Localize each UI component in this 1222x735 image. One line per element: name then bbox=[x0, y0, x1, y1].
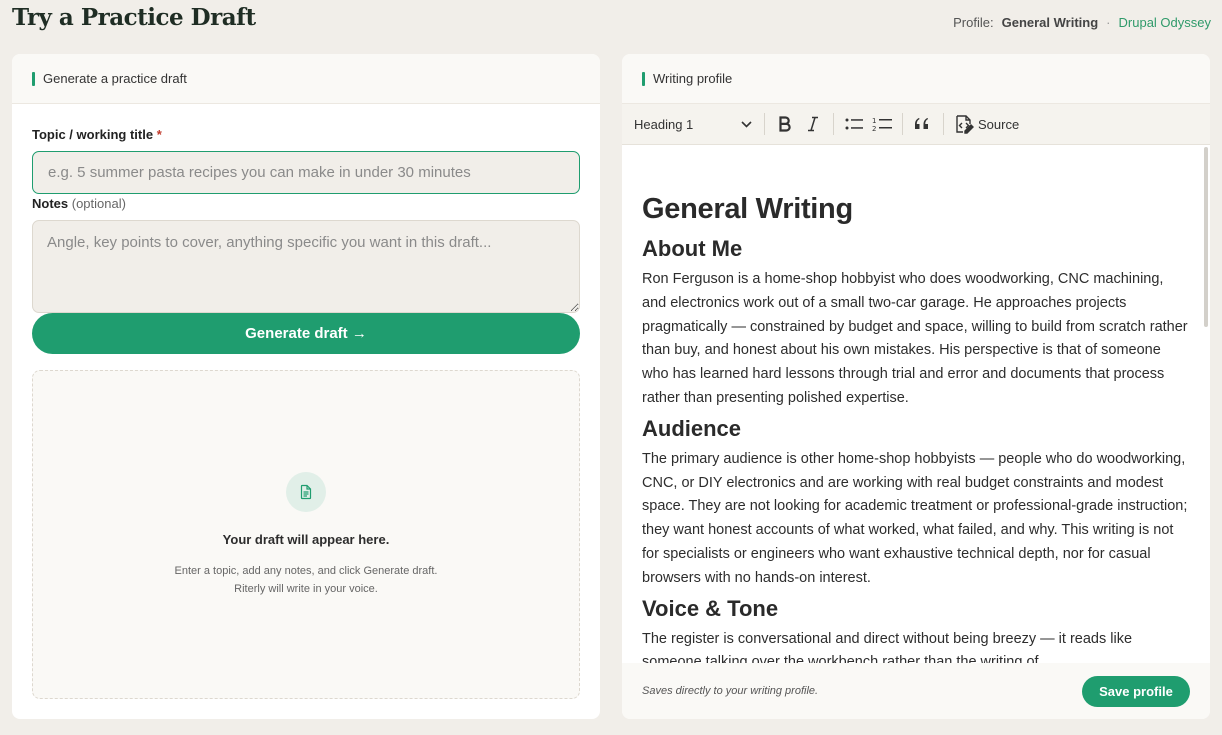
empty-state-line: Enter a topic, add any notes, and click … bbox=[174, 564, 438, 577]
svg-text:2: 2 bbox=[872, 125, 876, 132]
blockquote-icon[interactable] bbox=[909, 110, 937, 138]
source-label: Source bbox=[978, 116, 1020, 132]
site-link[interactable]: Drupal Odyssey bbox=[1119, 15, 1211, 30]
notes-optional-hint: (optional) bbox=[71, 196, 126, 211]
save-note: Saves directly to your writing profile. bbox=[642, 685, 819, 697]
bold-icon[interactable] bbox=[771, 110, 799, 138]
profile-editor[interactable]: General Writing About Me Ron Ferguson is… bbox=[622, 144, 1210, 663]
header-accent-bar bbox=[642, 71, 645, 86]
numbered-list-icon[interactable]: 12 bbox=[868, 110, 896, 138]
editor-scrollbar[interactable] bbox=[1204, 147, 1208, 327]
toolbar-divider bbox=[833, 113, 834, 135]
writing-profile-header: Writing profile bbox=[622, 54, 1210, 104]
document-icon bbox=[286, 471, 326, 512]
empty-state-line: Riterly will write in your voice. bbox=[234, 582, 378, 595]
header-accent-bar bbox=[32, 71, 35, 86]
profile-label: Profile: bbox=[953, 15, 994, 30]
topic-label-text: Topic / working title bbox=[32, 127, 154, 142]
generate-draft-panel: Generate a practice draft Topic / workin… bbox=[12, 54, 600, 719]
editor-title: General Writing bbox=[642, 193, 853, 225]
heading-select-value: Heading 1 bbox=[634, 116, 694, 132]
panel-title: Generate a practice draft bbox=[43, 71, 187, 86]
notes-textarea[interactable] bbox=[32, 220, 580, 313]
section-heading: Audience bbox=[642, 415, 742, 441]
toolbar-divider bbox=[902, 113, 903, 135]
source-button[interactable]: Source bbox=[950, 114, 1023, 134]
section-body: The register is conversational and direc… bbox=[642, 630, 1133, 663]
svg-text:1: 1 bbox=[872, 117, 876, 125]
editor-toolbar: Heading 1 12 Source bbox=[622, 104, 1210, 144]
empty-state-description: Enter a topic, add any notes, and click … bbox=[175, 562, 438, 598]
topic-label: Topic / working title * bbox=[32, 127, 162, 142]
page-title: Try a Practice Draft bbox=[12, 4, 256, 31]
profile-indicator: Profile: General Writing · Drupal Odysse… bbox=[953, 15, 1211, 30]
section-body: Ron Ferguson is a home-shop hobbyist who… bbox=[642, 271, 1188, 406]
profile-name: General Writing bbox=[1001, 15, 1099, 30]
empty-state-title: Your draft will appear here. bbox=[222, 531, 390, 547]
source-icon bbox=[956, 115, 974, 134]
section-heading: Voice & Tone bbox=[642, 595, 779, 621]
required-asterisk: * bbox=[156, 127, 162, 142]
writing-profile-panel: Writing profile Heading 1 12 Source Gene… bbox=[622, 54, 1210, 719]
separator-dot: · bbox=[1106, 15, 1111, 30]
section-heading: About Me bbox=[642, 236, 743, 261]
heading-select[interactable]: Heading 1 bbox=[634, 117, 758, 132]
editor-footer: Saves directly to your writing profile. … bbox=[622, 663, 1210, 719]
italic-icon[interactable] bbox=[799, 110, 827, 138]
draft-output-area: Your draft will appear here. Enter a top… bbox=[32, 370, 580, 699]
notes-label-text: Notes bbox=[32, 196, 69, 211]
chevron-down-icon bbox=[741, 120, 752, 128]
bulleted-list-icon[interactable] bbox=[840, 110, 868, 138]
generate-draft-header: Generate a practice draft bbox=[12, 54, 600, 104]
toolbar-divider bbox=[764, 113, 765, 135]
save-profile-button[interactable]: Save profile bbox=[1082, 675, 1190, 707]
notes-label: Notes (optional) bbox=[32, 196, 126, 211]
topic-input[interactable] bbox=[32, 151, 580, 194]
generate-draft-button[interactable]: Generate draft → bbox=[32, 313, 580, 354]
panel-title: Writing profile bbox=[653, 71, 733, 86]
toolbar-divider bbox=[943, 113, 944, 135]
section-body: The primary audience is other home-shop … bbox=[642, 450, 1188, 586]
